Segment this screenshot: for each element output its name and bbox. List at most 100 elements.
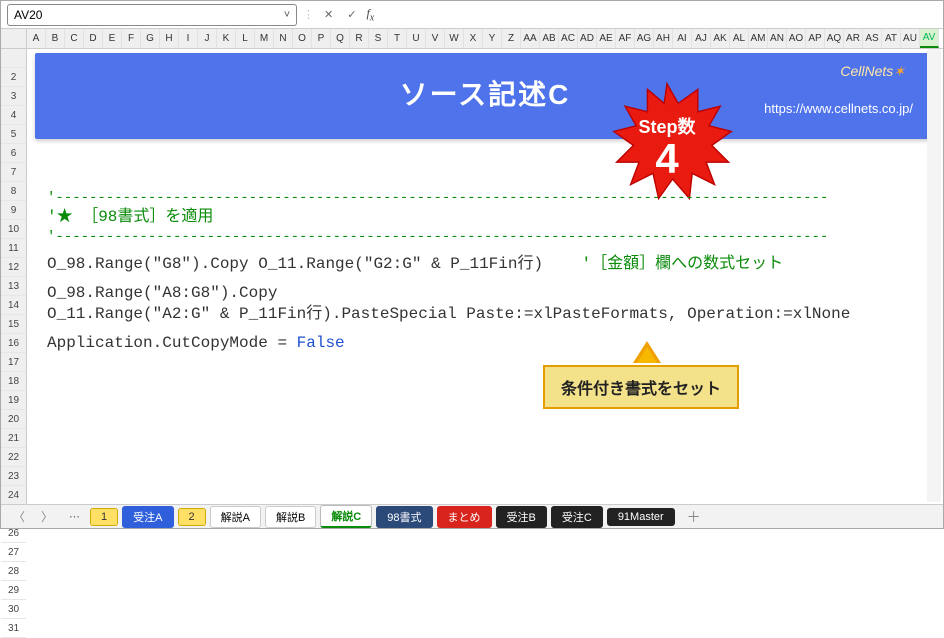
- tab-kaisetsuC[interactable]: 解説C: [320, 505, 372, 528]
- col-S[interactable]: S: [369, 29, 388, 48]
- tab-orderC[interactable]: 受注C: [551, 506, 603, 528]
- col-R[interactable]: R: [350, 29, 369, 48]
- col-X[interactable]: X: [464, 29, 483, 48]
- row-7[interactable]: 7: [1, 163, 26, 182]
- col-U[interactable]: U: [407, 29, 426, 48]
- row-20[interactable]: 20: [1, 410, 26, 429]
- col-AA[interactable]: AA: [521, 29, 540, 48]
- row-24[interactable]: 24: [1, 486, 26, 505]
- row-28[interactable]: 28: [1, 562, 26, 581]
- col-I[interactable]: I: [179, 29, 198, 48]
- tab-kaisetsuB[interactable]: 解説B: [265, 506, 316, 528]
- row-13[interactable]: 13: [1, 277, 26, 296]
- col-T[interactable]: T: [388, 29, 407, 48]
- col-G[interactable]: G: [141, 29, 160, 48]
- row-17[interactable]: 17: [1, 353, 26, 372]
- row-8[interactable]: 8: [1, 182, 26, 201]
- row-29[interactable]: 29: [1, 581, 26, 600]
- row-15[interactable]: 15: [1, 315, 26, 334]
- col-AU[interactable]: AU: [901, 29, 920, 48]
- col-AD[interactable]: AD: [578, 29, 597, 48]
- row-6[interactable]: 6: [1, 144, 26, 163]
- row-5[interactable]: 5: [1, 125, 26, 144]
- row-4[interactable]: 4: [1, 106, 26, 125]
- row-23[interactable]: 23: [1, 467, 26, 486]
- tab-nav-dots-icon[interactable]: ⋯: [63, 510, 86, 523]
- col-AG[interactable]: AG: [635, 29, 654, 48]
- col-H[interactable]: H: [160, 29, 179, 48]
- tab-2[interactable]: 2: [178, 508, 206, 526]
- select-all-corner[interactable]: [1, 29, 27, 48]
- tab-nav-prev-icon[interactable]: 〈: [7, 508, 31, 525]
- col-AE[interactable]: AE: [597, 29, 616, 48]
- col-Q[interactable]: Q: [331, 29, 350, 48]
- row-11[interactable]: 11: [1, 239, 26, 258]
- col-N[interactable]: N: [274, 29, 293, 48]
- col-M[interactable]: M: [255, 29, 274, 48]
- col-AO[interactable]: AO: [787, 29, 806, 48]
- tab-1[interactable]: 1: [90, 508, 118, 526]
- col-P[interactable]: P: [312, 29, 331, 48]
- row-21[interactable]: 21: [1, 429, 26, 448]
- col-L[interactable]: L: [236, 29, 255, 48]
- vertical-scrollbar[interactable]: [927, 49, 941, 502]
- row-27[interactable]: 27: [1, 543, 26, 562]
- tab-matome[interactable]: まとめ: [437, 506, 492, 528]
- col-AM[interactable]: AM: [749, 29, 768, 48]
- row-14[interactable]: 14: [1, 296, 26, 315]
- tab-orderB[interactable]: 受注B: [496, 506, 547, 528]
- row-22[interactable]: 22: [1, 448, 26, 467]
- row-31[interactable]: 31: [1, 619, 26, 638]
- row-19[interactable]: 19: [1, 391, 26, 410]
- col-E[interactable]: E: [103, 29, 122, 48]
- row-18[interactable]: 18: [1, 372, 26, 391]
- tab-nav-next-icon[interactable]: 〉: [35, 508, 59, 525]
- col-AJ[interactable]: AJ: [692, 29, 711, 48]
- col-AV[interactable]: AV: [920, 29, 939, 48]
- row-30[interactable]: 30: [1, 600, 26, 619]
- col-AB[interactable]: AB: [540, 29, 559, 48]
- col-AS[interactable]: AS: [863, 29, 882, 48]
- tab-91master[interactable]: 91Master: [607, 508, 675, 526]
- col-AP[interactable]: AP: [806, 29, 825, 48]
- row-9[interactable]: 9: [1, 201, 26, 220]
- add-sheet-icon[interactable]: ＋: [679, 507, 709, 527]
- col-K[interactable]: K: [217, 29, 236, 48]
- col-J[interactable]: J: [198, 29, 217, 48]
- row-16[interactable]: 16: [1, 334, 26, 353]
- tab-98format[interactable]: 98書式: [376, 506, 432, 528]
- col-A[interactable]: A: [27, 29, 46, 48]
- col-O[interactable]: O: [293, 29, 312, 48]
- enter-icon[interactable]: ✓: [343, 8, 360, 21]
- col-Z[interactable]: Z: [502, 29, 521, 48]
- col-AL[interactable]: AL: [730, 29, 749, 48]
- col-C[interactable]: C: [65, 29, 84, 48]
- formula-input[interactable]: [380, 4, 937, 26]
- col-AT[interactable]: AT: [882, 29, 901, 48]
- row-2[interactable]: 2: [1, 68, 26, 87]
- col-AR[interactable]: AR: [844, 29, 863, 48]
- cells[interactable]: ソース記述C CellNets✶ https://www.cellnets.co…: [27, 49, 943, 505]
- row-10[interactable]: 10: [1, 220, 26, 239]
- col-AQ[interactable]: AQ: [825, 29, 844, 48]
- col-D[interactable]: D: [84, 29, 103, 48]
- col-F[interactable]: F: [122, 29, 141, 48]
- col-AC[interactable]: AC: [559, 29, 578, 48]
- row-1[interactable]: [1, 49, 26, 68]
- col-AI[interactable]: AI: [673, 29, 692, 48]
- tab-kaisetsuA[interactable]: 解説A: [210, 506, 261, 528]
- col-B[interactable]: B: [46, 29, 65, 48]
- col-V[interactable]: V: [426, 29, 445, 48]
- row-12[interactable]: 12: [1, 258, 26, 277]
- fx-icon[interactable]: fx: [366, 6, 374, 23]
- col-AF[interactable]: AF: [616, 29, 635, 48]
- col-Y[interactable]: Y: [483, 29, 502, 48]
- col-AH[interactable]: AH: [654, 29, 673, 48]
- name-box[interactable]: [8, 6, 278, 24]
- col-AK[interactable]: AK: [711, 29, 730, 48]
- tab-orderA[interactable]: 受注A: [122, 506, 173, 528]
- row-3[interactable]: 3: [1, 87, 26, 106]
- col-AN[interactable]: AN: [768, 29, 787, 48]
- col-W[interactable]: W: [445, 29, 464, 48]
- name-box-dropdown-icon[interactable]: ˅: [278, 9, 296, 21]
